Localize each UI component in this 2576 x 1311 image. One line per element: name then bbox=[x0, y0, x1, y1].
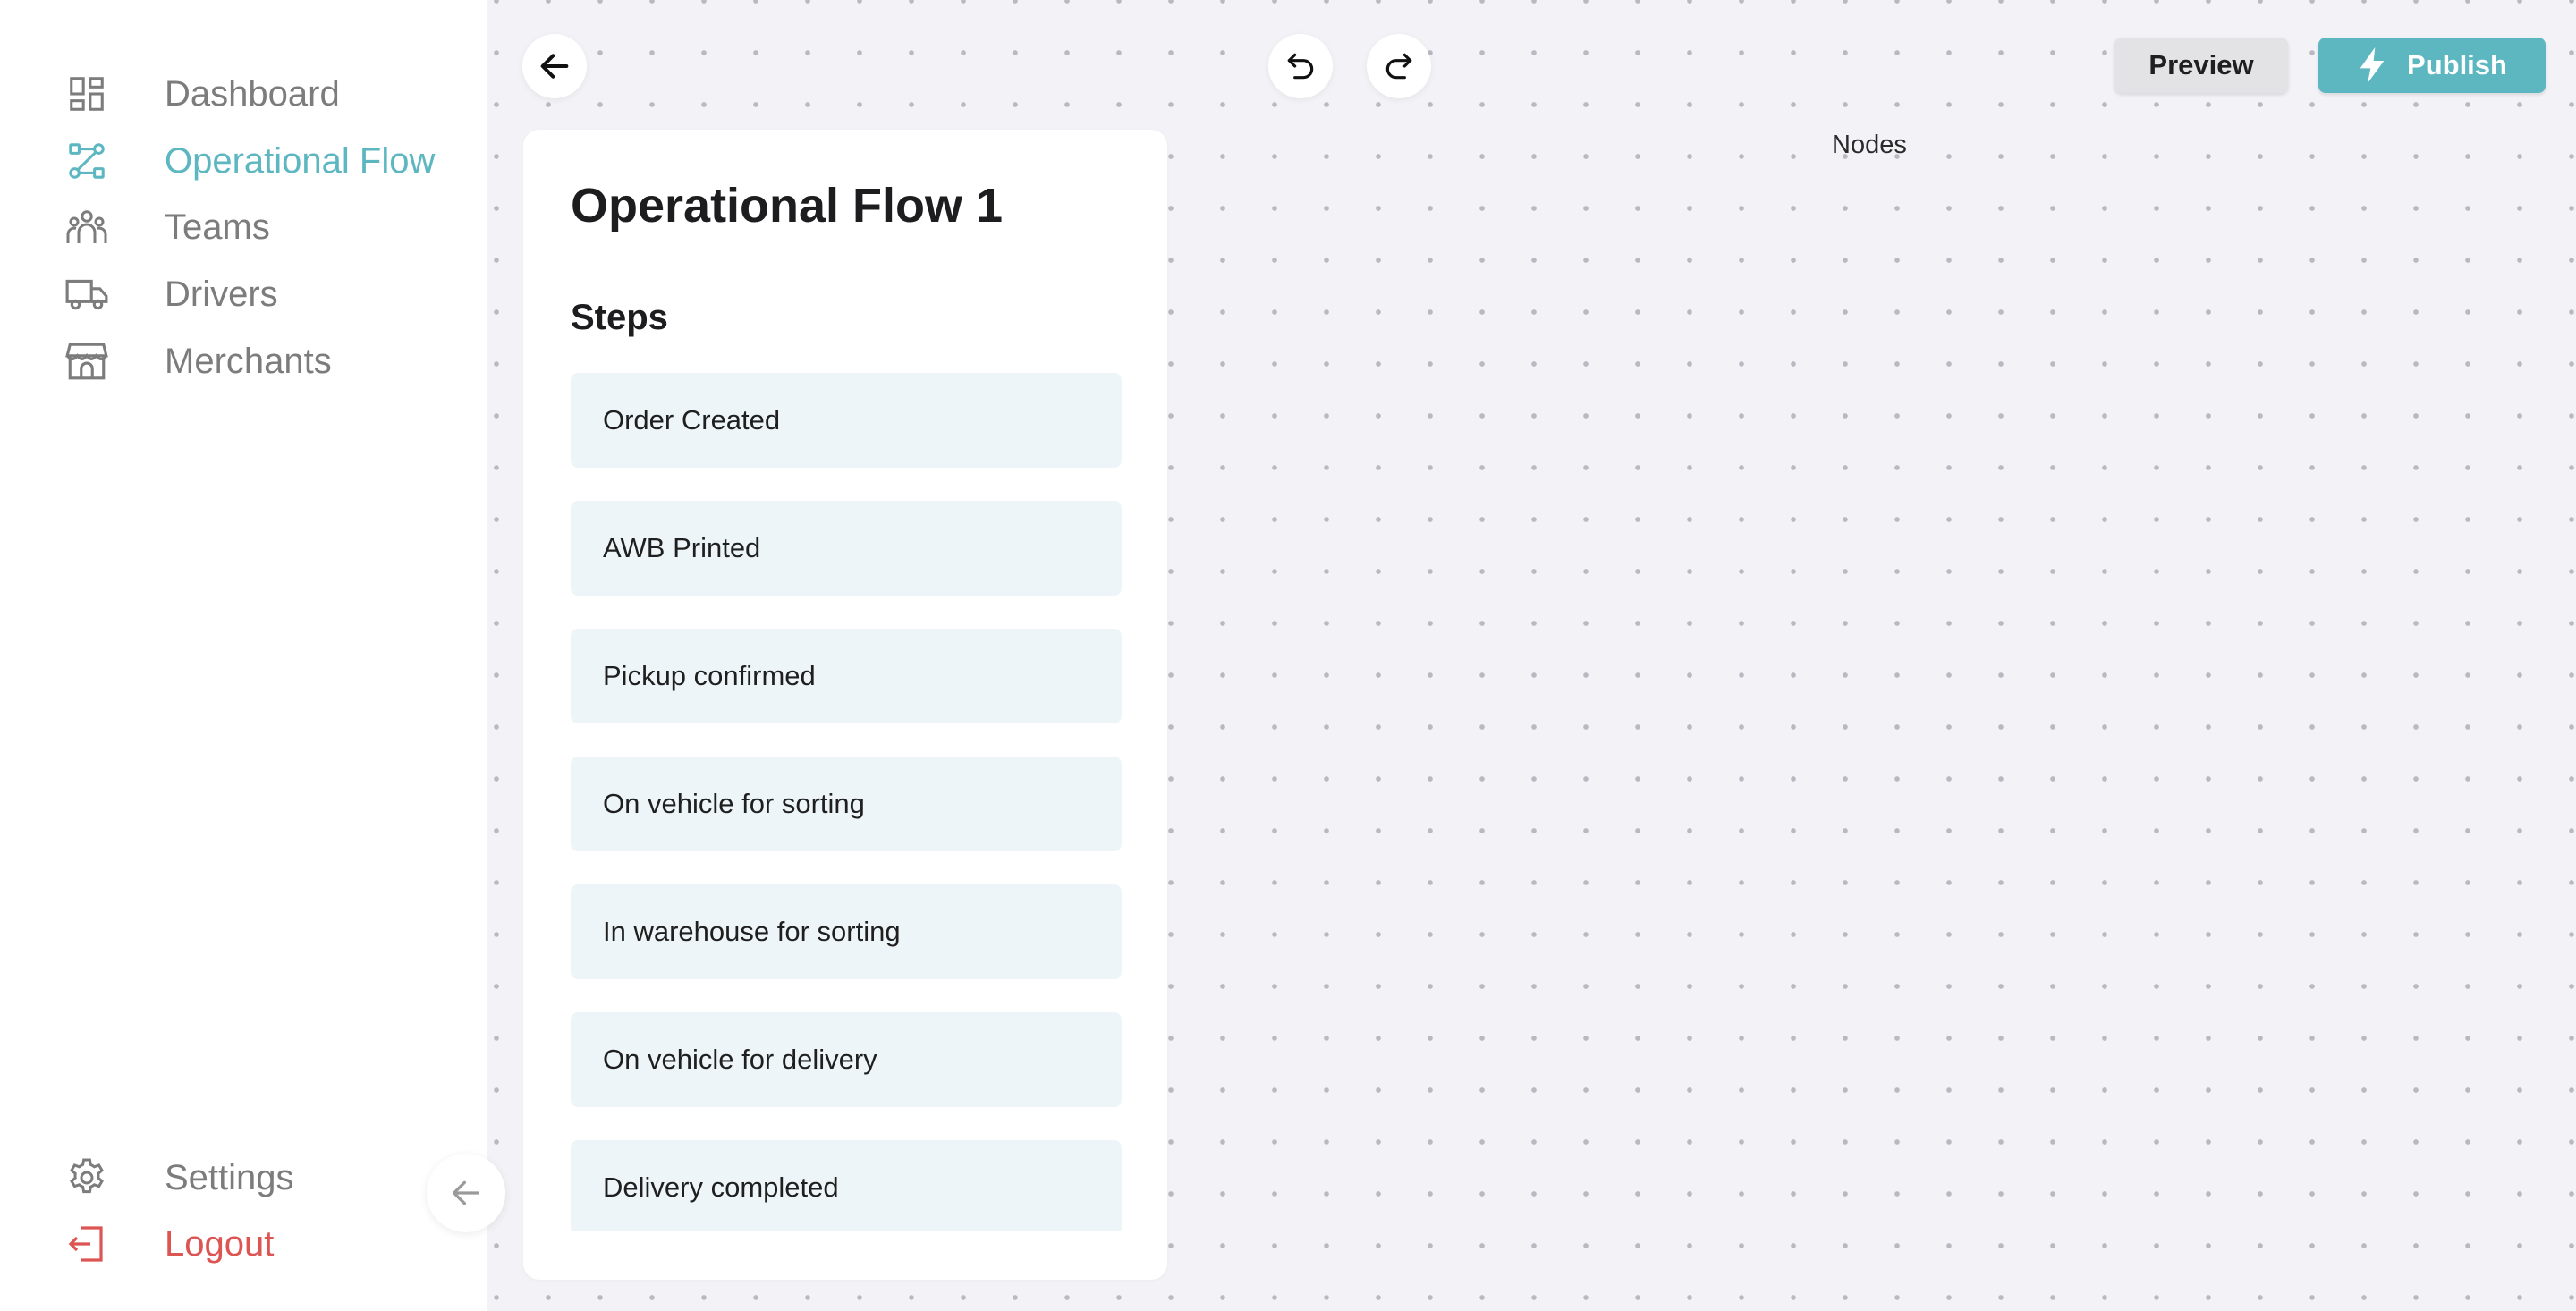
lightning-icon bbox=[2357, 47, 2387, 83]
steps-panel: Operational Flow 1 Steps Order Created A… bbox=[523, 130, 1167, 1280]
arrow-left-icon bbox=[448, 1175, 484, 1211]
sidebar-item-drivers[interactable]: Drivers bbox=[64, 267, 476, 321]
redo-button[interactable] bbox=[1367, 34, 1431, 98]
step-item-pickup-confirmed[interactable]: Pickup confirmed bbox=[571, 629, 1122, 723]
sidebar-item-dashboard[interactable]: Dashboard bbox=[64, 67, 476, 121]
step-item-on-vehicle-for-delivery[interactable]: On vehicle for delivery bbox=[571, 1012, 1122, 1107]
truck-icon bbox=[64, 272, 109, 317]
step-item-in-warehouse-for-sorting[interactable]: In warehouse for sorting bbox=[571, 884, 1122, 979]
step-item-order-created[interactable]: Order Created bbox=[571, 373, 1122, 468]
dashboard-icon bbox=[64, 72, 109, 116]
step-item-awb-printed[interactable]: AWB Printed bbox=[571, 501, 1122, 596]
sidebar-item-label: Dashboard bbox=[165, 73, 340, 114]
sidebar-item-label: Merchants bbox=[165, 341, 332, 381]
store-icon bbox=[64, 339, 109, 384]
undo-button[interactable] bbox=[1268, 34, 1333, 98]
sidebar-item-label: Logout bbox=[165, 1223, 275, 1264]
collapse-sidebar-button[interactable] bbox=[427, 1154, 505, 1232]
sidebar-item-label: Teams bbox=[165, 207, 270, 247]
nodes-label: Nodes bbox=[1832, 131, 1907, 159]
publish-label: Publish bbox=[2407, 49, 2507, 80]
undo-icon bbox=[1284, 49, 1318, 83]
sidebar: Dashboard Operational Flow Teams Drivers… bbox=[0, 0, 487, 1311]
preview-button[interactable]: Preview bbox=[2114, 38, 2288, 93]
publish-button[interactable]: Publish bbox=[2318, 38, 2546, 93]
redo-icon bbox=[1382, 49, 1416, 83]
sidebar-item-label: Drivers bbox=[165, 274, 278, 314]
steps-heading: Steps bbox=[571, 298, 668, 337]
flow-icon bbox=[64, 139, 109, 183]
page-title: Operational Flow 1 bbox=[571, 179, 1004, 233]
step-item-on-vehicle-for-sorting[interactable]: On vehicle for sorting bbox=[571, 757, 1122, 851]
sidebar-item-settings[interactable]: Settings bbox=[64, 1151, 476, 1205]
steps-list[interactable]: Order Created AWB Printed Pickup confirm… bbox=[571, 373, 1122, 1231]
teams-icon bbox=[64, 205, 109, 250]
arrow-left-icon bbox=[537, 48, 572, 84]
back-button[interactable] bbox=[522, 34, 587, 98]
sidebar-item-teams[interactable]: Teams bbox=[64, 200, 476, 254]
sidebar-item-operational-flow[interactable]: Operational Flow bbox=[64, 134, 476, 188]
sidebar-item-logout[interactable]: Logout bbox=[64, 1217, 476, 1271]
step-item-delivery-completed[interactable]: Delivery completed bbox=[571, 1140, 1122, 1231]
sidebar-item-label: Settings bbox=[165, 1157, 294, 1197]
sidebar-item-label: Operational Flow bbox=[165, 140, 436, 181]
gear-icon bbox=[64, 1155, 109, 1200]
sidebar-item-merchants[interactable]: Merchants bbox=[64, 334, 476, 388]
logout-icon bbox=[64, 1222, 109, 1266]
